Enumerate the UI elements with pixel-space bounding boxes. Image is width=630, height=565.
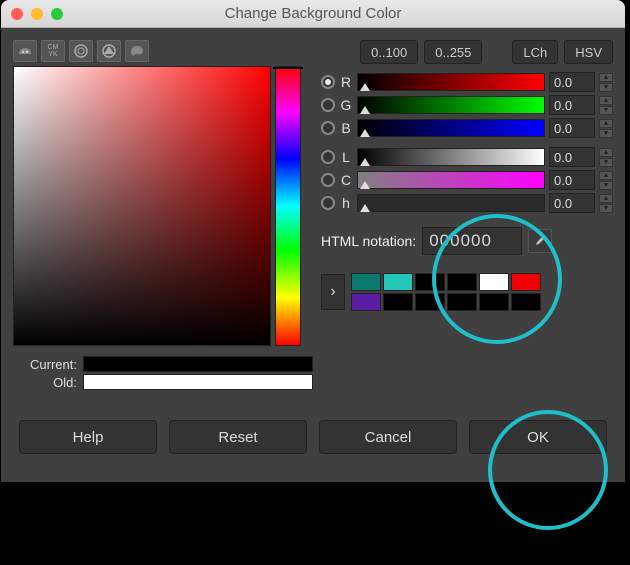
titlebar: Change Background Color xyxy=(1,0,625,28)
slider-h[interactable] xyxy=(357,194,545,212)
slider-l[interactable] xyxy=(357,148,545,166)
zoom-icon[interactable] xyxy=(51,8,63,20)
window-title: Change Background Color xyxy=(1,5,625,22)
swatch[interactable] xyxy=(447,273,477,291)
channel-label-r: R xyxy=(339,74,353,90)
minimize-icon[interactable] xyxy=(31,8,43,20)
mode-lch-button[interactable]: LCh xyxy=(512,40,558,64)
value-l[interactable]: 0.0 xyxy=(549,147,595,167)
swatch[interactable] xyxy=(479,273,509,291)
swatch[interactable] xyxy=(511,293,541,311)
eyedropper-icon xyxy=(533,234,547,248)
palette-icon xyxy=(129,44,145,58)
swatch-nav-button[interactable]: › xyxy=(321,274,345,310)
swatch[interactable] xyxy=(383,273,413,291)
channel-label-l: L xyxy=(339,149,353,165)
radio-b[interactable] xyxy=(321,121,335,135)
saturation-value-area[interactable] xyxy=(13,66,271,346)
gimp-icon xyxy=(17,44,33,58)
tab-watercolor[interactable] xyxy=(69,40,93,62)
radio-h[interactable] xyxy=(321,196,335,210)
swatch[interactable] xyxy=(383,293,413,311)
swatch[interactable] xyxy=(351,293,381,311)
radio-l[interactable] xyxy=(321,150,335,164)
traffic-lights xyxy=(11,8,63,20)
reset-button[interactable]: Reset xyxy=(169,420,307,454)
spinner-h[interactable]: ▲▼ xyxy=(599,194,613,213)
mode-hsv-button[interactable]: HSV xyxy=(564,40,613,64)
hue-marker xyxy=(273,67,303,69)
hue-slider[interactable] xyxy=(275,66,301,346)
old-swatch[interactable] xyxy=(83,374,313,390)
swatch[interactable] xyxy=(511,273,541,291)
swatch[interactable] xyxy=(415,293,445,311)
current-label: Current: xyxy=(13,357,77,372)
value-h[interactable]: 0.0 xyxy=(549,193,595,213)
close-icon[interactable] xyxy=(11,8,23,20)
tab-cmyk[interactable]: CMYK xyxy=(41,40,65,62)
channel-label-h: h xyxy=(339,195,353,211)
html-notation-label: HTML notation: xyxy=(321,233,416,249)
value-c[interactable]: 0.0 xyxy=(549,170,595,190)
tab-palette[interactable] xyxy=(125,40,149,62)
radio-c[interactable] xyxy=(321,173,335,187)
channel-label-b: B xyxy=(339,120,353,136)
cmyk-icon: CMYK xyxy=(48,44,59,58)
swatch-grid xyxy=(351,273,541,311)
spinner-c[interactable]: ▲▼ xyxy=(599,171,613,190)
range-0-255-button[interactable]: 0..255 xyxy=(424,40,482,64)
radio-g[interactable] xyxy=(321,98,335,112)
spinner-g[interactable]: ▲▼ xyxy=(599,96,613,115)
html-notation-input[interactable] xyxy=(422,227,522,255)
swatch[interactable] xyxy=(447,293,477,311)
chevron-right-icon: › xyxy=(330,283,335,301)
watercolor-icon xyxy=(73,43,89,59)
radio-r[interactable] xyxy=(321,75,335,89)
slider-r[interactable] xyxy=(357,73,545,91)
eyedropper-button[interactable] xyxy=(528,229,552,253)
ok-button[interactable]: OK xyxy=(469,420,607,454)
tab-gimp[interactable] xyxy=(13,40,37,62)
range-0-100-button[interactable]: 0..100 xyxy=(360,40,418,64)
value-g[interactable]: 0.0 xyxy=(549,95,595,115)
spinner-b[interactable]: ▲▼ xyxy=(599,119,613,138)
channel-label-g: G xyxy=(339,97,353,113)
swatch[interactable] xyxy=(351,273,381,291)
channel-label-c: C xyxy=(339,172,353,188)
color-dialog: Change Background Color CMYK xyxy=(1,0,625,482)
slider-b[interactable] xyxy=(357,119,545,137)
spinner-l[interactable]: ▲▼ xyxy=(599,148,613,167)
value-b[interactable]: 0.0 xyxy=(549,118,595,138)
help-button[interactable]: Help xyxy=(19,420,157,454)
cancel-button[interactable]: Cancel xyxy=(319,420,457,454)
tab-triangle[interactable] xyxy=(97,40,121,62)
triangle-icon xyxy=(101,43,117,59)
slider-g[interactable] xyxy=(357,96,545,114)
swatch[interactable] xyxy=(415,273,445,291)
value-r[interactable]: 0.0 xyxy=(549,72,595,92)
old-label: Old: xyxy=(13,375,77,390)
current-swatch[interactable] xyxy=(83,356,313,372)
swatch[interactable] xyxy=(479,293,509,311)
spinner-r[interactable]: ▲▼ xyxy=(599,73,613,92)
slider-c[interactable] xyxy=(357,171,545,189)
